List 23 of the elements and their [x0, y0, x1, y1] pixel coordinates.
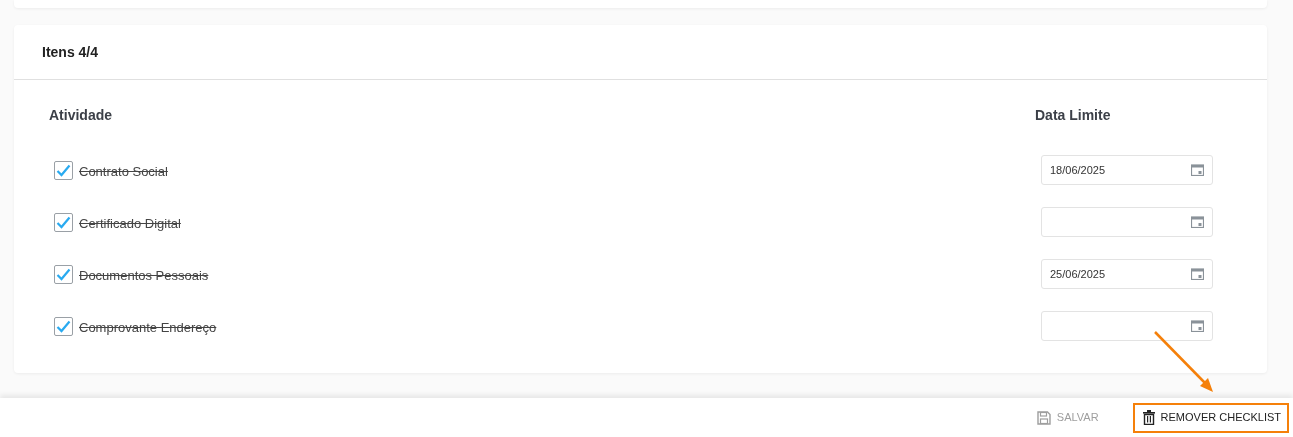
checkbox[interactable] — [54, 212, 73, 232]
trash-icon — [1142, 410, 1155, 425]
column-header: Data Limite — [1035, 106, 1112, 125]
date-field[interactable] — [1041, 207, 1213, 237]
item-label: Comprovante Endereço — [79, 319, 217, 338]
checkbox[interactable] — [54, 316, 73, 336]
item-label: Contrato Social — [79, 163, 168, 182]
remove-button[interactable]: REMOVER CHECKLIST — [1132, 402, 1289, 433]
card-title: Itens 4/4 — [42, 42, 99, 62]
date-field[interactable]: 25/06/2025 — [1041, 259, 1213, 289]
annotation-arrow — [1154, 331, 1213, 392]
date-field[interactable]: 18/06/2025 — [1041, 155, 1213, 185]
calendar-icon[interactable] — [1191, 320, 1204, 332]
checkbox[interactable] — [54, 264, 73, 284]
calendar-icon[interactable] — [1191, 164, 1204, 176]
calendar-icon[interactable] — [1191, 216, 1204, 228]
column-header: Atividade — [49, 106, 112, 125]
save-icon — [1036, 410, 1051, 425]
date-field[interactable] — [1041, 311, 1213, 341]
checkbox[interactable] — [54, 160, 73, 180]
item-label: Certificado Digital — [79, 215, 181, 234]
calendar-icon[interactable] — [1191, 268, 1204, 280]
item-label: Documentos Pessoais — [79, 267, 209, 286]
